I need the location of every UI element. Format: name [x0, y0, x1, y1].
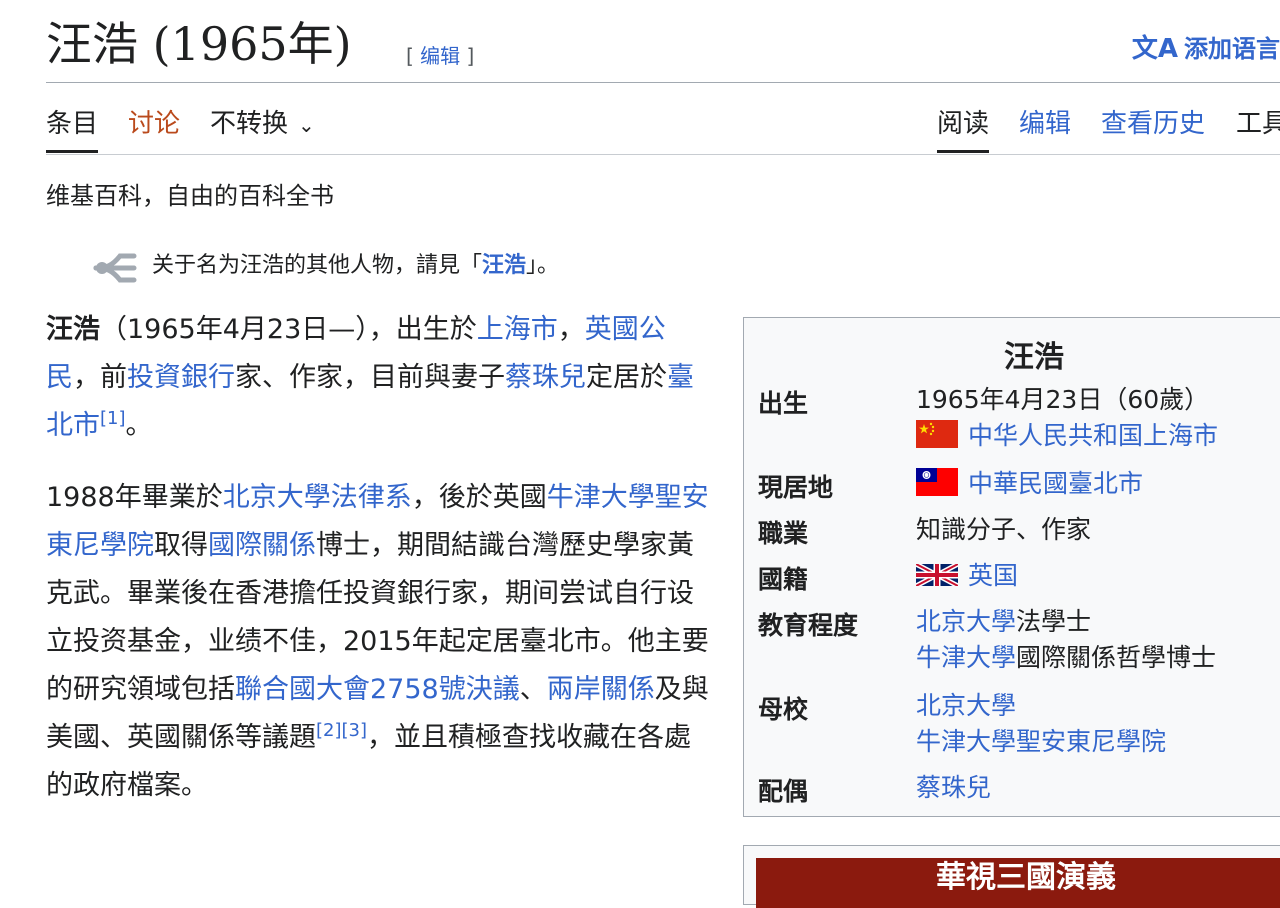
variant-label: 不转换: [210, 109, 289, 139]
intro-text: 。: [125, 410, 153, 441]
hatnote-prefix: 关于名为汪浩的其他人物，請見「: [152, 253, 483, 278]
site-tagline: 维基百科，自由的百科全书: [46, 182, 334, 210]
title-edit-section: [ 编辑 ]: [406, 40, 474, 69]
ref-3-label: [3]: [341, 720, 368, 741]
uk-flag-icon: [916, 564, 958, 586]
link-edu-pku[interactable]: 北京大學: [916, 607, 1016, 636]
infobox-label-born: 出生: [758, 389, 809, 418]
ref-2[interactable]: [2]: [316, 720, 342, 741]
tab-history[interactable]: 查看历史: [1101, 104, 1205, 144]
infobox-label-residence: 現居地: [758, 473, 834, 502]
link-shanghai[interactable]: 上海市: [477, 314, 558, 345]
career-text: 1988年畢業於: [46, 482, 223, 513]
intro-text: ，: [557, 314, 585, 345]
career-text: 取得: [154, 530, 208, 561]
link-wife[interactable]: 蔡珠兒: [505, 362, 586, 393]
infobox-label-occupation: 職業: [758, 519, 809, 548]
intro-text: 定居於: [586, 362, 667, 393]
intro-paragraph: 汪浩（1965年4月23日—），出生於上海市，英國公民，前投資銀行家、作家，目前…: [46, 306, 711, 450]
title-row: 汪浩 (1965年) [ 编辑 ] 文A 添加语言: [46, 10, 1280, 83]
tab-tools-dropdown[interactable]: 工具: [1236, 104, 1280, 144]
intro-text: ，前: [73, 362, 127, 393]
ref-1-label: [1]: [100, 408, 126, 429]
translate-icon: 文A: [1131, 34, 1178, 64]
link-investment-banking[interactable]: 投資銀行: [127, 362, 235, 393]
add-languages-button[interactable]: 文A 添加语言: [1132, 28, 1280, 65]
tab-article[interactable]: 条目: [46, 104, 99, 153]
tab-talk[interactable]: 讨论: [128, 104, 180, 144]
infobox-label-education: 教育程度: [758, 611, 859, 640]
infobox-label-spouse: 配偶: [758, 777, 809, 806]
hatnote-suffix: 」。: [526, 253, 560, 278]
infobox: 汪浩 出生 1965年4月23日（60歲） 中华人民共和国上海市 現居地 中華民…: [743, 317, 1280, 817]
infobox-education-2: 牛津大學國際關係哲學博士: [916, 640, 1216, 676]
intro-text: 家、作家，目前與妻子: [235, 362, 505, 393]
edit-bracket-open: [: [406, 44, 421, 68]
subject-name: 汪浩: [46, 314, 100, 345]
link-spouse[interactable]: 蔡珠兒: [916, 770, 991, 806]
edit-bracket-close: ]: [460, 44, 475, 68]
infobox-label-alma-mater: 母校: [758, 695, 809, 724]
link-pku-law[interactable]: 北京大學法律系: [223, 482, 412, 513]
link-nationality[interactable]: 英国: [968, 561, 1018, 590]
infobox-nationality: 英国: [916, 558, 1018, 594]
tab-variant-dropdown[interactable]: 不转换 ⌄: [210, 104, 315, 145]
chevron-down-icon: ⌄: [298, 113, 315, 137]
edu-degree-2: 國際關係哲學博士: [1016, 643, 1217, 672]
career-text: ，後於英國: [411, 482, 547, 513]
link-edu-oxford[interactable]: 牛津大學: [916, 643, 1016, 672]
link-alma-st-antonys[interactable]: 牛津大學聖安東尼學院: [916, 724, 1166, 760]
article-body: 汪浩（1965年4月23日—），出生於上海市，英國公民，前投資銀行家、作家，目前…: [46, 306, 711, 834]
link-international-relations[interactable]: 國際關係: [208, 530, 316, 561]
add-languages-label: 添加语言: [1184, 35, 1280, 63]
hatnote: 关于名为汪浩的其他人物，請見「汪浩」。: [92, 248, 559, 284]
ref-1[interactable]: [1]: [100, 408, 126, 429]
tabs-row: 条目 讨论 不转换 ⌄ 阅读 编辑 查看历史 工具: [46, 96, 1280, 155]
prc-flag-icon: [916, 420, 958, 448]
career-paragraph: 1988年畢業於北京大學法律系，後於英國牛津大學聖安東尼學院取得國際關係博士，期…: [46, 474, 711, 810]
disambig-fork-icon: [92, 248, 142, 284]
edu-degree-1: 法學士: [1016, 607, 1092, 636]
page-title: 汪浩 (1965年): [46, 17, 352, 71]
tab-read[interactable]: 阅读: [937, 104, 990, 153]
hatnote-link[interactable]: 汪浩: [482, 253, 526, 278]
navbox-header[interactable]: 華視三國演義: [756, 858, 1280, 908]
link-born-place[interactable]: 中华人民共和国上海市: [968, 421, 1218, 450]
link-cross-strait[interactable]: 兩岸關係: [547, 674, 655, 705]
navbox: 華視三國演義: [743, 845, 1280, 908]
infobox-title: 汪浩: [1004, 340, 1064, 375]
infobox-born-place: 中华人民共和国上海市: [916, 418, 1218, 454]
infobox-label-nationality: 國籍: [758, 565, 809, 594]
infobox-occupation: 知識分子、作家: [916, 515, 1092, 544]
link-un-resolution-2758[interactable]: 聯合國大會2758號決議: [235, 674, 520, 705]
career-text: 、: [519, 674, 547, 705]
link-residence[interactable]: 中華民國臺北市: [968, 469, 1143, 498]
infobox-education-1: 北京大學法學士: [916, 604, 1091, 640]
link-alma-pku[interactable]: 北京大學: [916, 688, 1016, 724]
ref-3[interactable]: [3]: [342, 720, 368, 741]
infobox-born-date: 1965年4月23日（60歲）: [916, 385, 1210, 414]
ref-2-label: [2]: [316, 720, 342, 741]
tab-edit[interactable]: 编辑: [1019, 104, 1071, 144]
intro-text: （1965年4月23日—），出生於: [100, 314, 477, 345]
title-edit-link[interactable]: 编辑: [420, 44, 460, 68]
roc-flag-icon: [916, 468, 958, 496]
infobox-residence: 中華民國臺北市: [916, 466, 1143, 502]
